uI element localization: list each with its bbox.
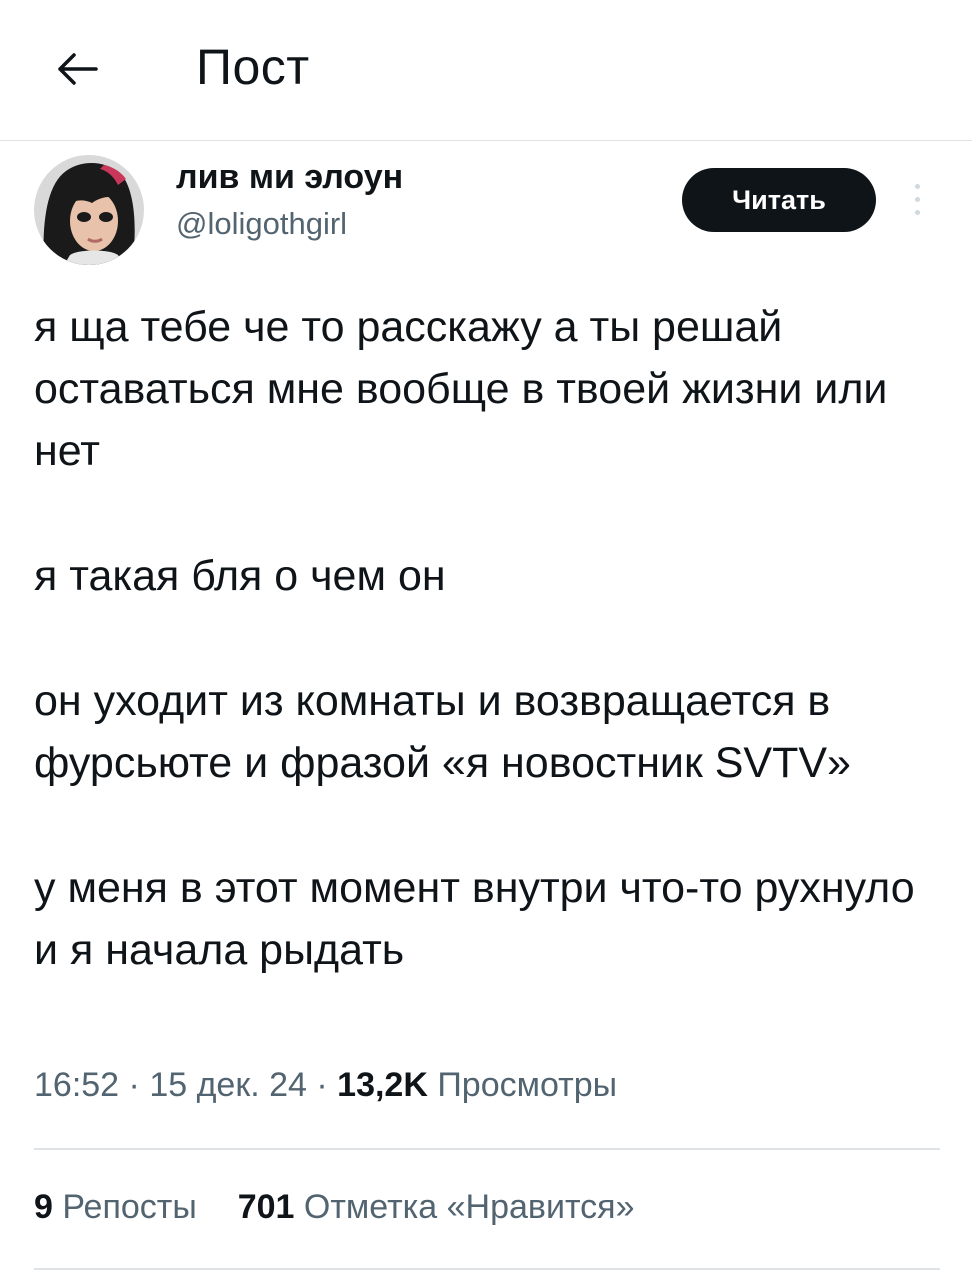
tweet-text: я ща тебе че то расскажу а ты решай оста…: [34, 296, 944, 981]
avatar[interactable]: [34, 155, 144, 265]
tweet-paragraph: он уходит из комнаты и возвращается в фу…: [34, 677, 851, 787]
user-handle[interactable]: @loligothgirl: [176, 206, 347, 242]
follow-button[interactable]: Читать: [682, 168, 876, 232]
tweet-paragraph: у меня в этот момент внутри что-то рухну…: [34, 864, 915, 974]
likes-count: 701: [237, 1188, 295, 1226]
tweet-meta: 16:52 · 15 дек. 24 · 13,2K Просмотры: [34, 1066, 617, 1105]
views-count: 13,2K: [337, 1066, 428, 1104]
tweet-date[interactable]: 15 дек. 24: [149, 1066, 307, 1104]
separator: ·: [316, 1066, 328, 1104]
more-options-button[interactable]: [906, 180, 930, 220]
tweet-time[interactable]: 16:52: [34, 1066, 119, 1104]
reposts-stat[interactable]: 9 Репосты: [34, 1188, 206, 1226]
stats-divider: [34, 1268, 940, 1270]
arrow-left-icon: [58, 53, 98, 85]
tweet-paragraph: я такая бля о чем он: [34, 552, 446, 600]
reposts-count: 9: [34, 1188, 53, 1226]
back-button[interactable]: [52, 46, 102, 92]
meta-divider: [34, 1148, 940, 1150]
views-label: Просмотры: [437, 1066, 618, 1104]
top-bar: Пост: [0, 0, 972, 140]
separator: ·: [128, 1066, 140, 1104]
reposts-label: Репосты: [62, 1188, 197, 1226]
tweet-paragraph: я ща тебе че то расскажу а ты решай оста…: [34, 303, 888, 475]
page-title: Пост: [196, 39, 310, 95]
engagement-stats: 9 Репосты 701 Отметка «Нравится»: [34, 1188, 634, 1227]
header-divider: [0, 140, 972, 141]
likes-label: Отметка «Нравится»: [303, 1188, 635, 1226]
likes-stat[interactable]: 701 Отметка «Нравится»: [238, 1188, 635, 1226]
display-name[interactable]: лив ми элоун: [176, 158, 403, 197]
